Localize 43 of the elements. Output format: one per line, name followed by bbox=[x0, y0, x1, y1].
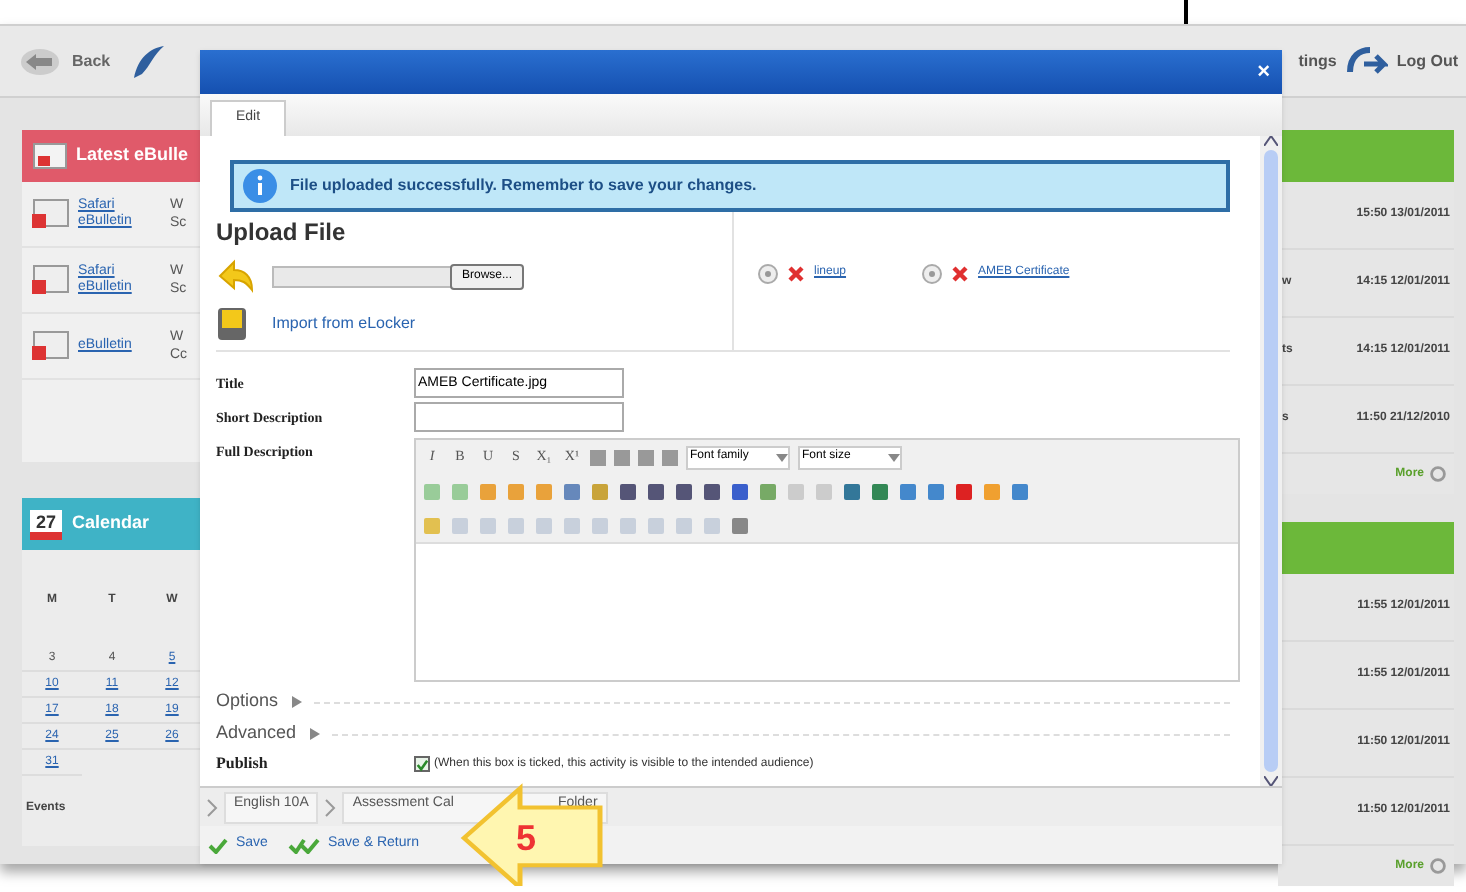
logout-arrow-icon[interactable] bbox=[1344, 43, 1389, 79]
circle-icon[interactable] bbox=[1430, 466, 1446, 482]
chevron-icon bbox=[206, 797, 218, 817]
tick-icon bbox=[416, 757, 428, 771]
caret-icon bbox=[888, 453, 900, 461]
close-button[interactable]: × bbox=[1257, 61, 1270, 83]
file-path-field[interactable] bbox=[272, 265, 452, 287]
newspaper-icon bbox=[32, 140, 68, 172]
import-link[interactable]: Import from eLocker bbox=[272, 312, 416, 336]
delete-icon[interactable] bbox=[788, 265, 804, 281]
circle-icon[interactable] bbox=[1430, 858, 1446, 874]
circle-icon[interactable] bbox=[922, 263, 943, 283]
logout-button[interactable]: Log Out bbox=[1396, 49, 1458, 73]
newspaper-icon bbox=[30, 330, 70, 362]
chevron-icon bbox=[324, 797, 337, 817]
section-toggle[interactable]: Advanced bbox=[216, 720, 321, 748]
newspaper-icon bbox=[30, 198, 70, 230]
info-icon bbox=[242, 168, 278, 204]
calendar-icon: 27 bbox=[30, 508, 62, 540]
double-checkmark-icon bbox=[287, 837, 320, 853]
scroll-down-icon[interactable] bbox=[1264, 776, 1278, 786]
short-description-field[interactable] bbox=[414, 402, 624, 432]
field-label: Publish bbox=[216, 752, 270, 776]
checkmark-icon bbox=[208, 837, 228, 853]
panel-title: Latest eBulle bbox=[76, 142, 189, 169]
panel-title: Calendar bbox=[72, 510, 150, 537]
back-button[interactable]: Back bbox=[20, 47, 111, 75]
scrollbar[interactable] bbox=[1260, 136, 1282, 786]
locker-icon bbox=[216, 306, 248, 342]
publish-checkbox[interactable] bbox=[414, 756, 430, 772]
newspaper-icon bbox=[30, 264, 70, 296]
caret-icon bbox=[776, 453, 788, 461]
callout-arrow bbox=[460, 782, 604, 886]
section-heading: Upload File bbox=[216, 216, 348, 250]
delete-icon[interactable] bbox=[952, 265, 969, 281]
upload-arrow-icon bbox=[216, 256, 256, 296]
cursor-line bbox=[1184, 0, 1188, 24]
notice-text: File uploaded successfully. Remember to save your changes. bbox=[290, 174, 757, 198]
scroll-up-icon[interactable] bbox=[1264, 136, 1278, 146]
circle-icon[interactable] bbox=[758, 263, 778, 283]
settings-label[interactable]: tings bbox=[1298, 49, 1337, 73]
step-number: 5 bbox=[516, 820, 537, 856]
section-toggle[interactable]: Options bbox=[216, 688, 303, 716]
